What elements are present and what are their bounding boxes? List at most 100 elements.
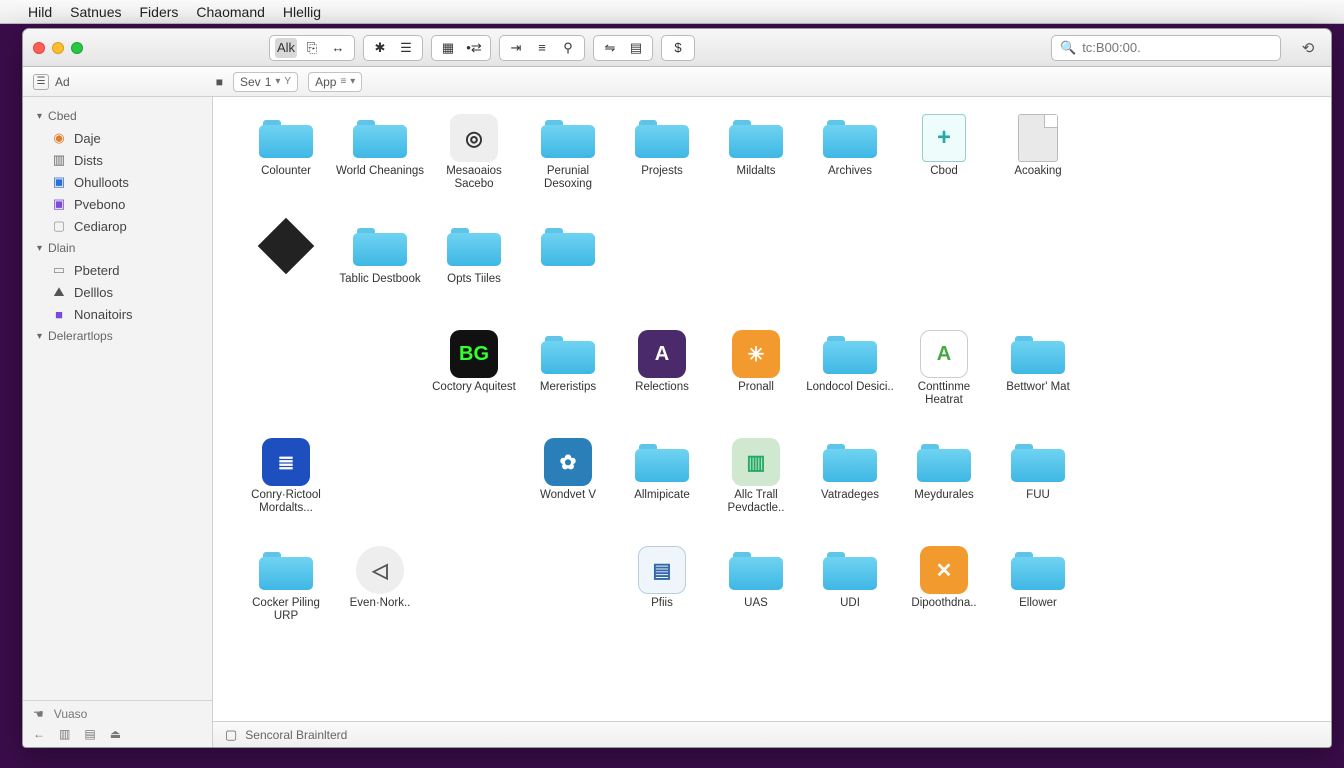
tag-icon[interactable]: ⚲ xyxy=(557,38,579,58)
grid-item[interactable]: Vatradeges xyxy=(803,439,897,539)
list-small-icon[interactable]: ▤ xyxy=(84,727,95,741)
grid-item[interactable]: Perunial Desoxing xyxy=(521,115,615,215)
grid-item[interactable]: Archives xyxy=(803,115,897,215)
grid-item[interactable]: Opts Tiiles xyxy=(427,223,521,323)
view-column-button[interactable]: ↔ xyxy=(327,38,349,58)
sidebar-section-header[interactable]: Cbed xyxy=(23,105,212,127)
grid-item-label: Cbod xyxy=(930,165,958,178)
grid-item-label: Colounter xyxy=(261,165,311,178)
grid-item[interactable]: Ellower xyxy=(991,547,1085,647)
sidebar-item[interactable]: ■Nonaitoirs xyxy=(23,303,212,325)
price-icon[interactable]: $ xyxy=(667,38,689,58)
grid-icon[interactable]: ▦ xyxy=(437,38,459,58)
menu-item[interactable]: Hild xyxy=(28,4,52,20)
document-icon xyxy=(1018,114,1058,162)
sidebar-item-icon: ▣ xyxy=(51,196,67,212)
sidebar-item[interactable]: ▥Dists xyxy=(23,149,212,171)
menu-item[interactable]: Chaomand xyxy=(196,4,265,20)
grid-item-label: Conry·Rictool Mordalts... xyxy=(242,489,330,515)
grid-item[interactable]: Mereristips xyxy=(521,331,615,431)
sidebar-section-header[interactable]: Dlain xyxy=(23,237,212,259)
edit-icon[interactable]: ⇋ xyxy=(599,38,621,58)
sidebar-item[interactable]: ◉Daje xyxy=(23,127,212,149)
close-button[interactable] xyxy=(33,42,45,54)
sort-dropdown[interactable]: Sev 1 ▾ Y xyxy=(233,72,298,92)
grid-item[interactable]: ▤Pfiis xyxy=(615,547,709,647)
grid-item[interactable]: Cocker Piling URP xyxy=(239,547,333,647)
panel-icon[interactable]: ▤ xyxy=(625,38,647,58)
sidebar-item[interactable]: ▭Pbeterd xyxy=(23,259,212,281)
sidebar-item-label: Cediarop xyxy=(74,219,127,234)
folder-icon xyxy=(823,334,877,374)
grid-item[interactable]: Colounter xyxy=(239,115,333,215)
grid-item[interactable]: ✿Wondvet V xyxy=(521,439,615,539)
grid-item[interactable]: Acoaking xyxy=(991,115,1085,215)
grid-item[interactable]: Londocol Desici.. xyxy=(803,331,897,431)
grid-item[interactable]: +Cbod xyxy=(897,115,991,215)
grid-item[interactable]: UAS xyxy=(709,547,803,647)
eject-icon[interactable]: ⏏ xyxy=(110,727,121,741)
refresh-icon[interactable]: ⟲ xyxy=(1295,35,1321,61)
grid-item[interactable]: ✕Dipoothdna.. xyxy=(897,547,991,647)
grid-item[interactable]: ◎Mesaoaios Sacebo xyxy=(427,115,521,215)
gear-icon[interactable]: ✱ xyxy=(369,38,391,58)
sidebar-item-icon: ▣ xyxy=(51,174,67,190)
grid-small-icon[interactable]: ▥ xyxy=(59,727,70,741)
grid-item[interactable]: ◁Even·Nork.. xyxy=(333,547,427,647)
minimize-button[interactable] xyxy=(52,42,64,54)
grid-item[interactable]: Meydurales xyxy=(897,439,991,539)
path-icon[interactable]: ☰ xyxy=(33,74,49,90)
zoom-button[interactable] xyxy=(71,42,83,54)
share-icon[interactable]: ⇥ xyxy=(505,38,527,58)
sidebar-item[interactable]: ⛰Delllos xyxy=(23,281,212,303)
sidebar-section-header[interactable]: Delerartlops xyxy=(23,325,212,347)
grid-item[interactable]: Mildalts xyxy=(709,115,803,215)
folder-icon xyxy=(917,442,971,482)
view-list-button[interactable]: ⎘ xyxy=(301,38,323,58)
search-field[interactable]: 🔍 xyxy=(1051,35,1281,61)
folder-icon xyxy=(823,118,877,158)
arrange-dropdown[interactable]: App ≡ ▾ xyxy=(308,72,362,92)
search-input[interactable] xyxy=(1082,40,1272,55)
grid-item[interactable]: BGCoctory Aquitest xyxy=(427,331,521,431)
sidebar-item-icon: ▢ xyxy=(51,218,67,234)
grid-item[interactable]: Projests xyxy=(615,115,709,215)
grid-item-label: Cocker Piling URP xyxy=(242,597,330,623)
grid-item-label: Even·Nork.. xyxy=(350,597,411,610)
view-icon-button[interactable]: Alk xyxy=(275,38,297,58)
grid-item-label: Mildalts xyxy=(737,165,776,178)
sidebar-item-icon: ⛰ xyxy=(51,284,67,300)
grid-item[interactable]: FUU xyxy=(991,439,1085,539)
grid-item[interactable] xyxy=(239,223,333,323)
sidebar-item-icon: ■ xyxy=(51,306,67,322)
folder-icon xyxy=(541,334,595,374)
menu-item[interactable]: Fiders xyxy=(140,4,179,20)
app-icon: ▥ xyxy=(732,438,780,486)
grid-item[interactable]: AConttinme Heatrat xyxy=(897,331,991,431)
sidebar-item[interactable]: ▣Pvebono xyxy=(23,193,212,215)
grid-item[interactable]: Bettwor' Mat xyxy=(991,331,1085,431)
sidebar-item[interactable]: ▢ Cediarop xyxy=(23,215,212,237)
list-icon[interactable]: ≡ xyxy=(531,38,553,58)
menu-item[interactable]: Hlellig xyxy=(283,4,321,20)
grid-item[interactable]: UDI xyxy=(803,547,897,647)
grid-item[interactable]: ARelections xyxy=(615,331,709,431)
grid-item[interactable] xyxy=(521,223,615,323)
flow-icon[interactable]: •⇄ xyxy=(463,38,485,58)
folder-icon xyxy=(729,550,783,590)
grid-item[interactable]: ✳Pronall xyxy=(709,331,803,431)
grid-item[interactable]: ▥Allc Trall Pevdactle.. xyxy=(709,439,803,539)
menu-item[interactable]: Satnues xyxy=(70,4,121,20)
arrange-icon[interactable]: ☰ xyxy=(395,38,417,58)
grid-item-label: Perunial Desoxing xyxy=(524,165,612,191)
folder-icon xyxy=(635,442,689,482)
sidebar-item[interactable]: ▣Ohulloots xyxy=(23,171,212,193)
grid-item-label: Projests xyxy=(641,165,683,178)
grid-item-label: Pronall xyxy=(738,381,774,394)
folder-icon xyxy=(541,226,595,266)
grid-item[interactable]: World Cheanings xyxy=(333,115,427,215)
grid-item[interactable]: Allmipicate xyxy=(615,439,709,539)
grid-item[interactable]: ≣Conry·Rictool Mordalts... xyxy=(239,439,333,539)
grid-item[interactable]: Tablic Destbook xyxy=(333,223,427,323)
back-icon[interactable]: ← xyxy=(33,727,45,741)
